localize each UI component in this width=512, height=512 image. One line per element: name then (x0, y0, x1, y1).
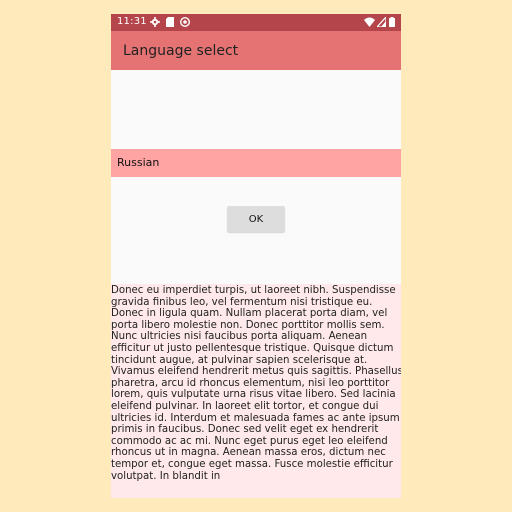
sync-icon (180, 17, 190, 27)
phone-screen: 11:31 Language select Russian OK Donec e… (111, 14, 401, 498)
language-list-spacer (111, 70, 401, 149)
sd-card-icon (166, 17, 174, 27)
status-time: 11:31 (117, 16, 147, 27)
status-bar: 11:31 (111, 14, 401, 31)
signal-icon (377, 17, 386, 27)
wifi-icon (364, 17, 375, 27)
body-text: Donec eu imperdiet turpis, ut laoreet ni… (111, 285, 401, 482)
body-text-scroll[interactable]: Donec eu imperdiet turpis, ut laoreet ni… (111, 284, 401, 498)
battery-icon (389, 17, 395, 27)
language-item-label: Russian (117, 156, 160, 169)
page-title: Language select (123, 43, 239, 59)
app-bar: Language select (111, 31, 401, 70)
language-item-selected[interactable]: Russian (111, 149, 401, 177)
gear-icon (150, 17, 160, 27)
ok-button[interactable]: OK (227, 206, 285, 232)
